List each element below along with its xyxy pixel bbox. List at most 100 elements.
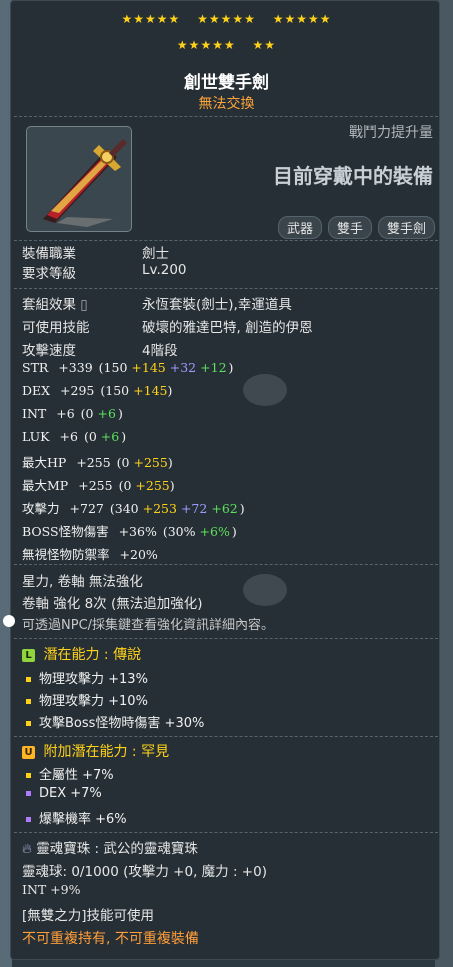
soul-line-2: 靈魂球: 0/1000 (攻擊力 +0, 魔力 : +0) (22, 864, 267, 880)
stat-close: ) (169, 478, 175, 493)
stat-close: ) (228, 360, 234, 375)
stat-name: DEX (22, 383, 51, 398)
stat-total: +6 (59, 429, 78, 444)
stat-close: ) (121, 429, 127, 444)
two-handed-sword-icon (43, 139, 127, 227)
potential-line: 物理攻擊力 +13% (26, 668, 148, 687)
star-group: ★★ (252, 38, 277, 52)
bonus-potential-header: U 附加潛在能力 : 罕見 (22, 741, 169, 761)
enhance-line-1: 星力, 卷軸 無法強化 (22, 574, 143, 590)
stat-open: (150 (98, 360, 128, 375)
stat-row: 無視怪物防禦率 +20% (22, 544, 164, 563)
stat-extra: +62 (211, 501, 238, 516)
set-effect-label: 套組效果 ▯ (22, 297, 88, 313)
potential-line: 攻擊Boss怪物時傷害 +30% (26, 712, 204, 731)
level-value: Lv.200 (142, 262, 187, 278)
stat-flame: +32 (169, 360, 197, 375)
stat-star: +145 (133, 383, 168, 398)
soul-line-3: INT +9% (22, 882, 81, 897)
stat-extra: +6 (100, 429, 120, 444)
enhance-line-3: 可透過NPC/採集鍵查看強化資訊詳細內容。 (3, 614, 274, 633)
stat-open: (0 (80, 406, 94, 421)
stat-star: +255 (135, 478, 170, 493)
item-tags: 武器 雙手 雙手劍 (277, 216, 435, 239)
mouse-icon: ▯ (80, 297, 88, 313)
stat-name: 無視怪物防禦率 (22, 547, 110, 562)
star-force-row-1: ★★★★★ ★★★★★ ★★★★★ (0, 12, 453, 26)
trade-status: 無法交換 (198, 96, 255, 112)
job-value: 劍士 (142, 246, 169, 262)
enhance-line-2: 卷軸 強化 8次 (無法追加強化) (22, 596, 203, 612)
attack-speed-label: 攻擊速度 (22, 343, 76, 359)
skill-label: 可使用技能 (22, 320, 90, 336)
stat-name: INT (22, 406, 47, 421)
tag-two-handed: 雙手 (327, 216, 372, 239)
soul-line-1: 🔥︎ 靈魂寶珠 : 武公的靈魂寶珠 (22, 841, 198, 857)
star-group: ★★★★★ (197, 12, 256, 26)
stat-open: (0 (116, 455, 130, 470)
stat-close: ) (167, 455, 173, 470)
stat-total: +727 (69, 501, 104, 516)
stat-open: (340 (109, 501, 139, 516)
background-icon (243, 374, 287, 406)
divider (14, 240, 438, 241)
stat-total: +295 (60, 383, 95, 398)
legendary-badge-icon: L (22, 648, 35, 662)
stat-total: +36% (118, 524, 157, 539)
job-label: 裝備職業 (22, 246, 76, 262)
stat-total: +255 (78, 478, 113, 493)
stat-total: +255 (76, 455, 111, 470)
stat-total: +6 (56, 406, 75, 421)
stat-extra: +6 (97, 406, 116, 421)
stat-name: 攻擊力 (22, 501, 60, 516)
divider (14, 736, 438, 737)
divider (14, 832, 438, 833)
stat-row: 攻擊力 +727 (340 +253 +72 +62) (22, 498, 251, 517)
stat-row: 最大HP +255 (0 +255) (22, 452, 179, 471)
stat-open: (150 (100, 383, 130, 398)
stat-row: STR +339 (150 +145 +32 +12) (22, 360, 239, 375)
soul-icon: 🔥︎ (22, 841, 32, 857)
stat-open: (0 (83, 429, 97, 444)
bullet-icon (26, 773, 31, 778)
unique-badge-icon: U (22, 745, 35, 759)
stat-row: BOSS怪物傷害 +36% (30% +6%) (22, 521, 243, 540)
stat-total: +20% (119, 547, 158, 562)
star-group: ★★★★★ (121, 12, 181, 26)
stat-extra: +12 (200, 360, 227, 375)
stat-total: +339 (58, 360, 93, 375)
bonus-potential-line: 全屬性 +7% (26, 764, 114, 783)
stat-name: 最大MP (22, 478, 69, 493)
stat-name: BOSS怪物傷害 (22, 524, 109, 539)
item-icon-frame (26, 126, 132, 232)
stat-close: ) (239, 501, 245, 516)
stat-row: 最大MP +255 (0 +255) (22, 475, 181, 494)
bullet-icon (26, 791, 31, 796)
bullet-icon (26, 699, 31, 704)
skill-value: 破壞的雅達巴特, 創造的伊恩 (142, 320, 313, 336)
stat-open: (30% (162, 524, 196, 539)
stat-flame: +72 (180, 501, 208, 516)
star-group: ★★★★★ (272, 12, 332, 26)
stat-name: LUK (22, 429, 50, 444)
background-icon (243, 574, 287, 606)
bonus-potential-line: 爆擊機率 +6% (26, 808, 127, 827)
stat-open: (0 (118, 478, 132, 493)
star-force-row-2: ★★★★★ ★★ (0, 38, 453, 52)
stat-row: LUK +6 (0 +6) (22, 429, 132, 444)
attack-speed-value: 4階段 (142, 343, 178, 359)
stat-row: INT +6 (0 +6) (22, 406, 129, 421)
stat-close: ) (231, 524, 237, 539)
bullet-icon (26, 721, 31, 726)
divider (14, 116, 438, 117)
stat-star: +255 (133, 455, 168, 470)
divider (14, 638, 438, 639)
divider (14, 288, 438, 289)
warning-text: 不可重複持有, 不可重複裝備 (22, 931, 199, 947)
divider (14, 564, 438, 565)
currently-equipped-label: 目前穿戴中的裝備 (273, 164, 433, 188)
set-effect-value: 永恆套裝(劍士),幸運道具 (142, 297, 292, 313)
stat-star: +145 (131, 360, 166, 375)
stat-extra: +6% (199, 524, 230, 539)
stat-star: +253 (142, 501, 177, 516)
